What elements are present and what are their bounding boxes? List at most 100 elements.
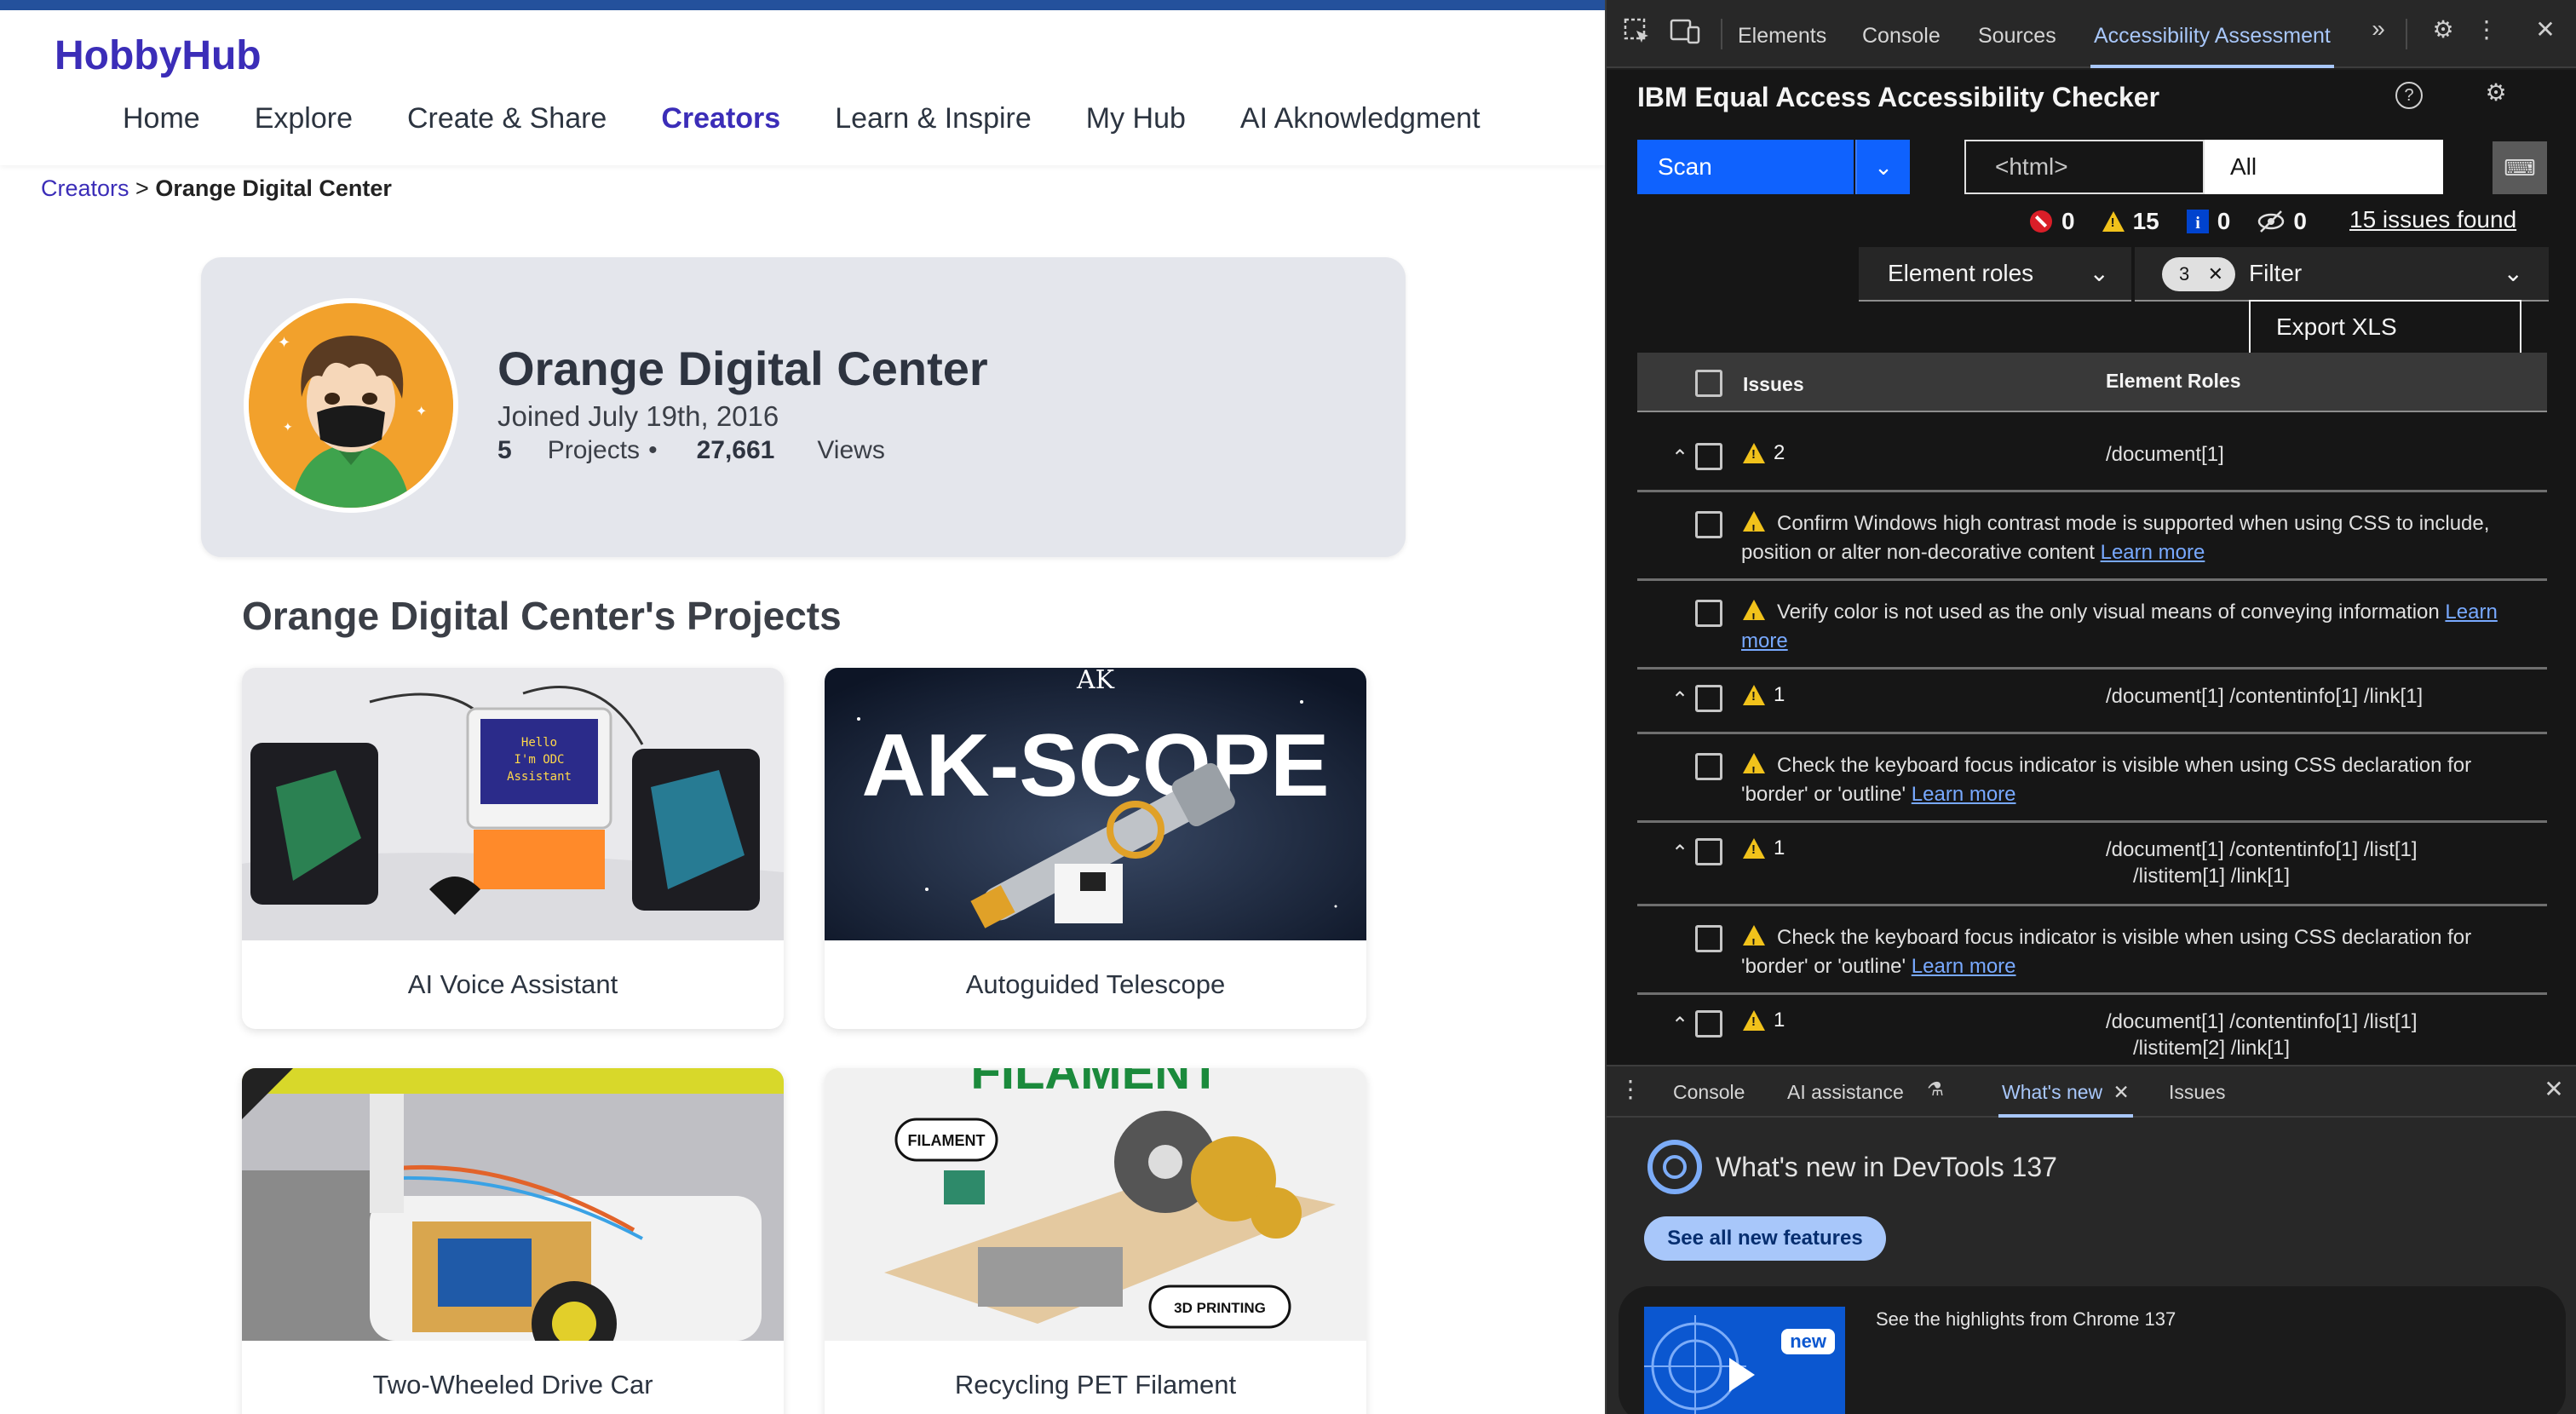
chevron-up-icon[interactable]: ⌃ xyxy=(1668,1014,1692,1038)
projects-section-title: Orange Digital Center's Projects xyxy=(242,594,842,638)
tab-console[interactable]: Console xyxy=(1862,0,1941,68)
learn-more-link[interactable]: Learn more xyxy=(2101,541,2205,564)
tab-sources[interactable]: Sources xyxy=(1978,0,2056,68)
project-title: Autoguided Telescope xyxy=(965,969,1226,999)
issue-group-row[interactable]: ⌃ 2 /document[1] xyxy=(1637,428,2547,492)
ak-badge: AK xyxy=(1076,668,1115,695)
clear-filter-icon[interactable]: ✕ xyxy=(2208,257,2223,291)
row-checkbox[interactable] xyxy=(1695,753,1722,780)
inspect-icon[interactable] xyxy=(1622,17,1653,48)
breadcrumb-creators-link[interactable]: Creators xyxy=(41,175,129,201)
row-checkbox[interactable] xyxy=(1695,925,1722,952)
column-issues: Issues xyxy=(1743,373,1804,395)
drawer-tab-whats-new[interactable]: What's new ✕ xyxy=(1998,1066,2133,1118)
site-logo[interactable]: HobbyHub xyxy=(55,32,262,79)
row-checkbox[interactable] xyxy=(1695,1010,1722,1038)
tab-accessibility-assessment[interactable]: Accessibility Assessment xyxy=(2090,0,2334,68)
drawer-tabbar: ⋮ Console AI assistance ⚗ What's new ✕ I… xyxy=(1607,1065,2576,1118)
browser-top-strip xyxy=(0,0,1605,10)
drawer-menu-icon[interactable]: ⋮ xyxy=(1619,1075,1642,1109)
nav-my-hub[interactable]: My Hub xyxy=(1086,102,1186,135)
issue-row[interactable]: Verify color is not used as the only vis… xyxy=(1637,581,2547,670)
warning-icon xyxy=(1743,925,1765,958)
learn-more-link[interactable]: Learn more xyxy=(1912,955,2016,978)
kebab-menu-icon[interactable]: ⋮ xyxy=(2474,15,2499,49)
project-card-two-wheeled-drive-car[interactable]: Two-Wheeled Drive Car xyxy=(242,1068,784,1414)
row-checkbox[interactable] xyxy=(1695,685,1722,712)
row-checkbox[interactable] xyxy=(1695,838,1722,865)
nav-create-share[interactable]: Create & Share xyxy=(407,102,607,135)
learn-more-link[interactable]: Learn more xyxy=(1912,783,2016,806)
nav-explore[interactable]: Explore xyxy=(255,102,353,135)
chevron-up-icon[interactable]: ⌃ xyxy=(1668,842,1692,865)
ak-scope-banner: AK-SCOPE xyxy=(862,716,1330,815)
issues-found-link[interactable]: 15 issues found xyxy=(2349,206,2516,233)
scope-input[interactable]: <html> xyxy=(1964,140,2205,194)
more-tabs-icon[interactable]: » xyxy=(2363,15,2394,49)
checker-settings-icon[interactable]: ⚙ xyxy=(2479,78,2513,112)
flask-icon: ⚗ xyxy=(1927,1078,1944,1100)
3d-printing-tag: 3D PRINTING xyxy=(1174,1300,1266,1316)
export-xls-button[interactable]: Export XLS xyxy=(2249,300,2521,354)
help-icon[interactable]: ? xyxy=(2395,82,2423,109)
scan-dropdown-button[interactable]: ⌄ xyxy=(1855,140,1910,194)
eye-hidden-icon xyxy=(2258,210,2285,233)
project-card-ai-voice-assistant[interactable]: Hello I'm ODC Assistant AI Voice Assista… xyxy=(242,668,784,1029)
view-select[interactable]: Element roles ⌄ xyxy=(1859,247,2131,302)
hidden-count[interactable]: 0 xyxy=(2257,208,2307,235)
warning-icon xyxy=(1743,685,1765,705)
issue-row[interactable]: Check the keyboard focus indicator is vi… xyxy=(1637,734,2547,823)
svg-text:I'm ODC: I'm ODC xyxy=(514,753,564,767)
drawer-tab-issues[interactable]: Issues xyxy=(2169,1066,2225,1118)
close-icon[interactable]: ✕ xyxy=(2530,15,2561,49)
row-checkbox[interactable] xyxy=(1695,600,1722,627)
filter-multiselect[interactable]: 3 ✕ Filter ⌄ xyxy=(2135,247,2549,302)
project-title: Recycling PET Filament xyxy=(954,1370,1237,1400)
svg-text:Assistant: Assistant xyxy=(507,770,572,784)
breadcrumb-current: Orange Digital Center xyxy=(155,175,392,201)
device-toolbar-icon[interactable] xyxy=(1670,17,1700,48)
chevron-down-icon: ⌄ xyxy=(1874,154,1893,180)
issue-group-row[interactable]: ⌃ 1 /document[1] /contentinfo[1] /link[1… xyxy=(1637,670,2547,734)
drawer-tab-ai-assistance[interactable]: AI assistance xyxy=(1787,1066,1904,1118)
see-all-features-button[interactable]: See all new features xyxy=(1644,1216,1886,1261)
close-tab-icon[interactable]: ✕ xyxy=(2113,1081,2130,1103)
close-drawer-icon[interactable]: ✕ xyxy=(2539,1075,2569,1109)
nav-home[interactable]: Home xyxy=(123,102,200,135)
drawer-tab-console[interactable]: Console xyxy=(1673,1066,1745,1118)
devtools-panel: Elements Console Sources Accessibility A… xyxy=(1605,0,2576,1414)
project-card-recycling-pet-filament[interactable]: FILAMENT FILAMENT 3D PRINTING Recycling … xyxy=(825,1068,1366,1414)
checker-title: IBM Equal Access Accessibility Checker xyxy=(1637,82,2160,112)
chevron-up-icon[interactable]: ⌃ xyxy=(1668,688,1692,712)
issue-counts: 0 15 i 0 0 xyxy=(2029,208,2326,235)
row-checkbox[interactable] xyxy=(1695,511,1722,538)
issue-row[interactable]: Confirm Windows high contrast mode is su… xyxy=(1637,492,2547,581)
warning-icon xyxy=(1743,443,1765,463)
highlight-text: See the highlights from Chrome 137 xyxy=(1876,1308,2176,1330)
warning-icon xyxy=(1743,753,1765,786)
nav-learn-inspire[interactable]: Learn & Inspire xyxy=(835,102,1032,135)
keyboard-checker-icon[interactable]: ⌨ xyxy=(2493,141,2547,194)
select-all-checkbox[interactable] xyxy=(1695,370,1722,397)
views-label: Views xyxy=(817,436,885,464)
project-card-autoguided-telescope[interactable]: AK AK-SCOPE Autoguided Telescope xyxy=(825,668,1366,1029)
chevron-up-icon[interactable]: ⌃ xyxy=(1668,446,1692,470)
breadcrumb: Creators > Orange Digital Center xyxy=(41,175,392,202)
issue-row[interactable]: Check the keyboard focus indicator is vi… xyxy=(1637,906,2547,995)
tab-elements[interactable]: Elements xyxy=(1738,0,1826,68)
needs-review-count[interactable]: 15 xyxy=(2102,208,2159,235)
filter-count-tag[interactable]: 3 ✕ xyxy=(2162,257,2235,291)
profile-joined-date: Joined July 19th, 2016 xyxy=(497,400,779,432)
settings-icon[interactable]: ⚙ xyxy=(2426,15,2460,49)
svg-text:i: i xyxy=(2195,214,2200,233)
row-checkbox[interactable] xyxy=(1695,443,1722,470)
scan-button[interactable]: Scan xyxy=(1637,140,1854,194)
highlight-card[interactable]: new See the highlights from Chrome 137 xyxy=(1619,1286,2566,1414)
nav-ai-acknowledgment[interactable]: AI Aknowledgment xyxy=(1240,102,1481,135)
issue-group-row[interactable]: ⌃ 1 /document[1] /contentinfo[1] /list[1… xyxy=(1637,823,2547,906)
recommendations-count[interactable]: i 0 xyxy=(2186,208,2230,235)
scope-select[interactable]: All xyxy=(2205,140,2443,194)
nav-creators[interactable]: Creators xyxy=(661,102,780,135)
violations-count[interactable]: 0 xyxy=(2029,208,2075,235)
project-title: AI Voice Assistant xyxy=(407,969,618,999)
